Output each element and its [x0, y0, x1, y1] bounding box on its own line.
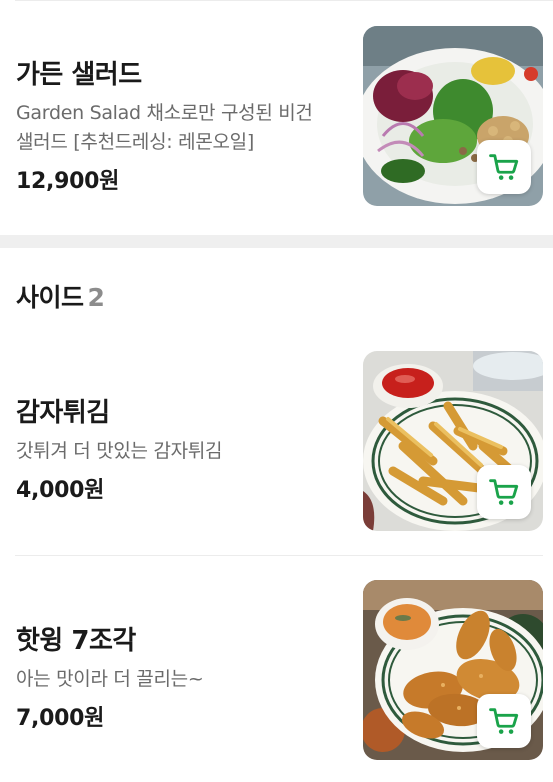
- add-to-cart-button[interactable]: [477, 694, 531, 748]
- menu-item-description: Garden Salad 채소로만 구성된 비건 샐러드 [추천드레싱: 레몬오…: [16, 102, 313, 153]
- section-title: 사이드: [16, 283, 84, 312]
- menu-item-fries[interactable]: 감자튀김 갓튀겨 더 맛있는 감자튀김 4,000원: [0, 340, 553, 555]
- salad-photo[interactable]: [363, 26, 543, 206]
- menu-item-price: 4,000원: [16, 478, 105, 503]
- cart-icon: [489, 479, 519, 505]
- menu-item-price: 12,900원: [16, 169, 120, 194]
- menu-item-name: 감자튀김: [16, 398, 110, 428]
- section-item-count: 2: [87, 283, 105, 312]
- add-to-cart-button[interactable]: [477, 465, 531, 519]
- cart-icon: [489, 154, 519, 180]
- menu-item-name: 핫윙 7조각: [16, 626, 136, 656]
- menu-item-info: 감자튀김 갓튀겨 더 맛있는 감자튀김 4,000원: [16, 392, 346, 504]
- menu-item-info: 핫윙 7조각 아는 맛이라 더 끌리는~ 7,000원: [16, 620, 346, 732]
- cart-icon: [489, 708, 519, 734]
- wings-photo[interactable]: [363, 580, 543, 760]
- menu-item-description: 갓튀겨 더 맛있는 감자튀김: [16, 440, 223, 462]
- add-to-cart-button[interactable]: [477, 140, 531, 194]
- menu-item-garden-salad[interactable]: 가든 샐러드 Garden Salad 채소로만 구성된 비건 샐러드 [추천드…: [0, 0, 553, 235]
- menu-item-hot-wings[interactable]: 핫윙 7조각 아는 맛이라 더 끌리는~ 7,000원: [0, 556, 553, 782]
- section-separator: [0, 235, 553, 248]
- menu-item-info: 가든 샐러드 Garden Salad 채소로만 구성된 비건 샐러드 [추천드…: [16, 54, 346, 195]
- menu-item-description: 아는 맛이라 더 끌리는~: [16, 668, 204, 690]
- menu-item-name: 가든 샐러드: [16, 60, 142, 90]
- menu-item-price: 7,000원: [16, 706, 105, 731]
- section-title-side: 사이드 2: [16, 278, 105, 314]
- fries-photo[interactable]: [363, 351, 543, 531]
